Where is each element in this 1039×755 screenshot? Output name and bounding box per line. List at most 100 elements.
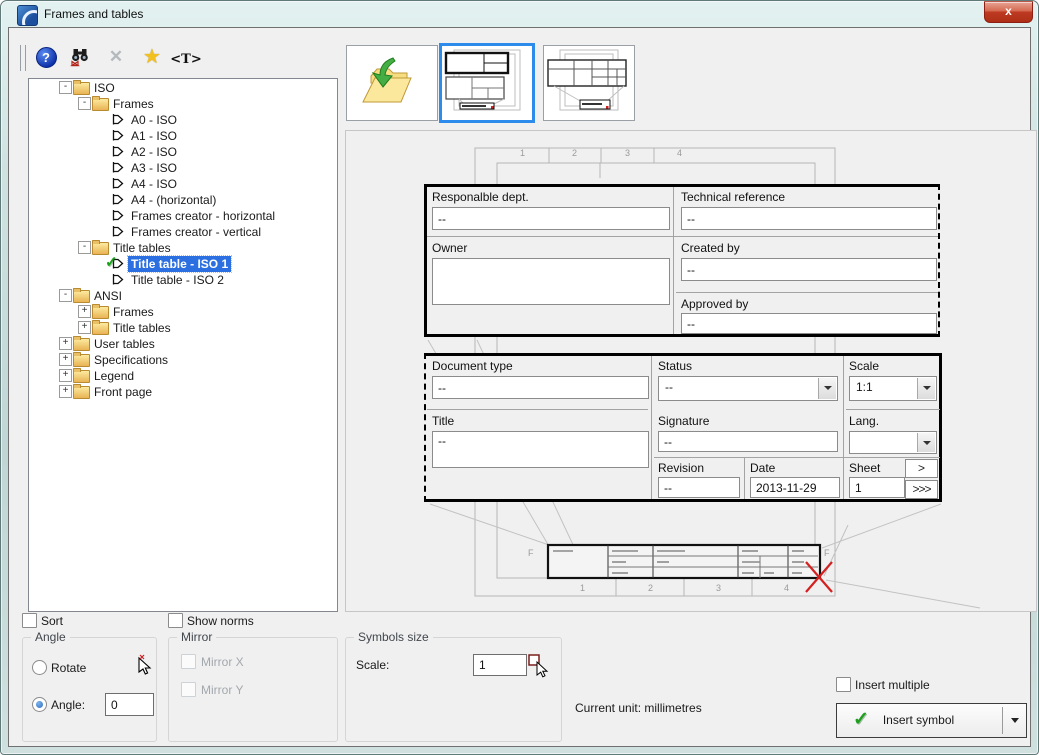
category-tree[interactable]: - ISO - Frames A0 - ISO A1 - ISO A2 - IS…: [28, 78, 338, 612]
scale-combobox[interactable]: 1:1: [849, 376, 937, 401]
approved-by-field[interactable]: [681, 313, 937, 334]
last-sheet-button[interactable]: >>>: [905, 480, 938, 499]
collapse-icon[interactable]: -: [59, 289, 72, 302]
angle-radio[interactable]: [32, 697, 47, 712]
thumbnail-title-table-iso2[interactable]: [543, 45, 635, 121]
tree-item-label[interactable]: User tables: [91, 336, 158, 352]
folder-icon: [73, 354, 90, 367]
revision-field[interactable]: [658, 477, 740, 498]
tree-item-frames[interactable]: - Frames: [29, 95, 335, 111]
dropdown-arrow-icon[interactable]: [818, 378, 836, 399]
tree-item-label[interactable]: Legend: [91, 368, 137, 384]
divider: [673, 187, 674, 334]
rotate-radio[interactable]: [32, 660, 47, 675]
divider: [846, 409, 940, 410]
frame-symbol-icon: [111, 128, 125, 142]
tree-item-label[interactable]: Specifications: [91, 352, 171, 368]
tree-item-label[interactable]: Title tables: [110, 320, 174, 336]
dropdown-arrow-icon[interactable]: [1011, 718, 1019, 723]
expand-icon[interactable]: +: [59, 369, 72, 382]
tree-item-legend[interactable]: + Legend: [29, 367, 335, 383]
toolbar-grip[interactable]: [20, 45, 26, 71]
expand-icon[interactable]: +: [59, 353, 72, 366]
responsible-dept-field[interactable]: [432, 207, 670, 230]
tree-item-specifications[interactable]: + Specifications: [29, 351, 335, 367]
tree-item-a3-iso[interactable]: A3 - ISO: [29, 159, 335, 175]
collapse-icon[interactable]: -: [59, 81, 72, 94]
tree-item-a2-iso[interactable]: A2 - ISO: [29, 143, 335, 159]
tree-item-a4-horizontal[interactable]: A4 - (horizontal): [29, 191, 335, 207]
delete-button[interactable]: ✕: [104, 45, 128, 69]
lang-combobox[interactable]: [849, 431, 937, 454]
expand-icon[interactable]: +: [59, 337, 72, 350]
dropdown-arrow-icon[interactable]: [917, 433, 935, 452]
tree-item-label[interactable]: A3 - ISO: [128, 160, 180, 176]
created-by-field[interactable]: [681, 258, 937, 281]
insert-multiple-checkbox[interactable]: [836, 677, 851, 692]
current-unit-text: Current unit: millimetres: [575, 701, 702, 715]
tree-item-a1-iso[interactable]: A1 - ISO: [29, 127, 335, 143]
date-field[interactable]: [750, 477, 840, 498]
tree-item-title-table-iso1[interactable]: ✓ Title table - ISO 1: [29, 255, 335, 271]
tree-item-frames-creator-vertical[interactable]: Frames creator - vertical: [29, 223, 335, 239]
title-field[interactable]: --: [432, 431, 649, 468]
expand-icon[interactable]: +: [78, 305, 91, 318]
tree-item-frames-creator-horizontal[interactable]: Frames creator - horizontal: [29, 207, 335, 223]
sheet-field[interactable]: [849, 477, 905, 498]
tree-item-label[interactable]: A0 - ISO: [128, 112, 180, 128]
tree-item-title-tables[interactable]: - Title tables: [29, 239, 335, 255]
tree-item-label[interactable]: Frames creator - horizontal: [128, 208, 278, 224]
tree-item-a4-iso[interactable]: A4 - ISO: [29, 175, 335, 191]
pick-scale-button[interactable]: [528, 654, 550, 678]
text-style-button[interactable]: <T>: [174, 47, 198, 71]
tree-item-label-selected[interactable]: Title table - ISO 1: [128, 256, 231, 272]
favorites-button[interactable]: ★: [140, 44, 164, 68]
technical-reference-field[interactable]: [681, 207, 937, 230]
titlebar[interactable]: Frames and tables x: [0, 0, 1039, 27]
status-combobox[interactable]: --: [658, 376, 838, 401]
tree-item-ansi[interactable]: - ANSI: [29, 287, 335, 303]
tree-item-title-table-iso2[interactable]: Title table - ISO 2: [29, 271, 335, 287]
show-norms-checkbox[interactable]: [168, 613, 183, 628]
tree-item-user-tables[interactable]: + User tables: [29, 335, 335, 351]
tree-item-a0-iso[interactable]: A0 - ISO: [29, 111, 335, 127]
tree-item-label[interactable]: A4 - ISO: [128, 176, 180, 192]
signature-field[interactable]: [658, 431, 838, 452]
tree-item-label[interactable]: A2 - ISO: [128, 144, 180, 160]
tree-item-label[interactable]: Front page: [91, 384, 155, 400]
tree-item-label[interactable]: ISO: [91, 80, 118, 96]
thumbnail-title-table-iso1[interactable]: [439, 43, 535, 123]
help-button[interactable]: ?: [34, 45, 58, 69]
collapse-icon[interactable]: -: [78, 241, 91, 254]
angle-label: Angle:: [51, 698, 85, 712]
thumbnail-open-file[interactable]: [346, 45, 438, 121]
owner-field[interactable]: [432, 258, 670, 305]
mirror-y-checkbox[interactable]: [181, 682, 196, 697]
tree-item-label[interactable]: Frames: [110, 96, 157, 112]
find-button[interactable]: [68, 45, 92, 69]
close-button[interactable]: x: [984, 1, 1033, 23]
tree-item-ansi-title-tables[interactable]: + Title tables: [29, 319, 335, 335]
angle-value-input[interactable]: [105, 693, 154, 716]
expand-icon[interactable]: +: [59, 385, 72, 398]
expand-icon[interactable]: +: [78, 321, 91, 334]
document-type-field[interactable]: [432, 376, 649, 399]
sort-checkbox[interactable]: [22, 613, 37, 628]
tree-item-label[interactable]: Title tables: [110, 240, 174, 256]
tree-item-label[interactable]: Frames: [110, 304, 157, 320]
symbols-scale-input[interactable]: [473, 654, 527, 676]
tree-item-label[interactable]: Frames creator - vertical: [128, 224, 264, 240]
mirror-x-checkbox[interactable]: [181, 654, 196, 669]
tree-item-label[interactable]: Title table - ISO 2: [128, 272, 227, 288]
collapse-icon[interactable]: -: [78, 97, 91, 110]
tree-item-label[interactable]: A1 - ISO: [128, 128, 180, 144]
tree-item-iso[interactable]: - ISO: [29, 79, 335, 95]
tree-item-label[interactable]: A4 - (horizontal): [128, 192, 219, 208]
insert-symbol-button[interactable]: ✓ Insert symbol: [836, 703, 1027, 738]
tree-item-label[interactable]: ANSI: [91, 288, 125, 304]
tree-item-front-page[interactable]: + Front page: [29, 383, 335, 399]
angle-group-title: Angle: [31, 630, 70, 644]
next-sheet-button[interactable]: >: [905, 459, 938, 478]
tree-item-ansi-frames[interactable]: + Frames: [29, 303, 335, 319]
dropdown-arrow-icon[interactable]: [917, 378, 935, 399]
